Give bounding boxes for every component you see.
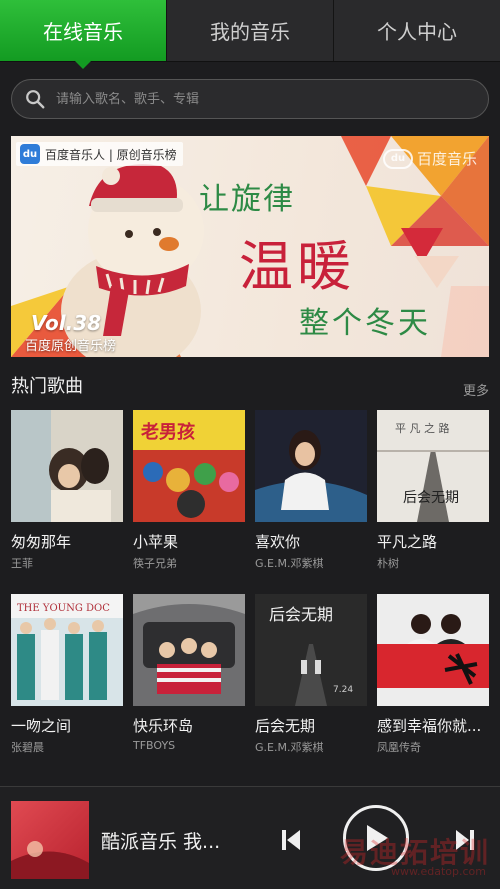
- promo-banner[interactable]: du 百度音乐人 | 原创音乐榜 du 百度音乐 让旋律 温暖 整个冬天 Vol…: [11, 136, 489, 357]
- banner-brand-text: 百度音乐人 | 原创音乐榜: [45, 147, 177, 162]
- hot-songs-title: 热门歌曲: [11, 376, 83, 397]
- banner-headline-3: 整个冬天: [299, 306, 431, 341]
- previous-button[interactable]: [276, 825, 306, 855]
- song-title: 平凡之路: [377, 533, 438, 551]
- search-input[interactable]: [56, 91, 488, 107]
- baidu-music-logo: du 百度音乐: [382, 148, 477, 169]
- song-title: 快乐环岛: [133, 717, 194, 735]
- top-tab-bar: 在线音乐 我的音乐 个人中心: [0, 0, 500, 62]
- song-card[interactable]: 平 凡 之 路 后会无期 平凡之路 朴树: [377, 410, 489, 571]
- song-artist: 凤凰传奇: [377, 741, 421, 754]
- banner-brand: du 百度音乐人 | 原创音乐榜: [16, 142, 183, 166]
- song-artist: 朴树: [377, 557, 399, 570]
- song-artist: TFBOYS: [133, 739, 176, 752]
- album-cover: 后会无期 7.24: [255, 594, 367, 706]
- tab-my-music[interactable]: 我的音乐: [167, 0, 334, 61]
- album-cover: [133, 594, 245, 706]
- mini-player: 酷派音乐 我... 易迪拓培训 www.edatop.com: [0, 786, 500, 889]
- svg-text:后会无期: 后会无期: [269, 605, 333, 624]
- svg-text:THE YOUNG DOC: THE YOUNG DOC: [17, 603, 110, 614]
- song-title: 小苹果: [133, 533, 179, 551]
- song-title: 感到幸福你就...: [377, 717, 482, 735]
- svg-text:7.24: 7.24: [333, 685, 353, 695]
- album-cover: [11, 410, 123, 522]
- search-bar[interactable]: [11, 79, 489, 119]
- more-link[interactable]: 更多: [463, 380, 489, 399]
- previous-icon: [282, 830, 300, 850]
- banner-headline-2: 温暖: [239, 235, 355, 298]
- now-playing-cover[interactable]: [11, 801, 89, 879]
- album-cover: 老男孩: [133, 410, 245, 522]
- baidu-music-logo-text: 百度音乐: [416, 150, 477, 168]
- song-card[interactable]: 感到幸福你就... 凤凰传奇: [377, 594, 489, 755]
- svg-text:后会无期: 后会无期: [403, 490, 459, 506]
- song-card[interactable]: 匆匆那年 王菲: [11, 410, 123, 571]
- song-title: 喜欢你: [255, 533, 301, 551]
- now-playing-title[interactable]: 酷派音乐 我...: [101, 827, 220, 854]
- song-title: 一吻之间: [11, 717, 72, 735]
- song-card[interactable]: 快乐环岛 TFBOYS: [133, 594, 245, 752]
- album-cover: [377, 594, 489, 706]
- song-card[interactable]: 喜欢你 G.E.M.邓紫棋: [255, 410, 367, 571]
- banner-volume: Vol.38: [31, 311, 102, 335]
- song-card[interactable]: THE YOUNG DOC 一吻之间 张碧晨: [11, 594, 123, 755]
- song-artist: 筷子兄弟: [133, 557, 177, 570]
- album-cover: [255, 410, 367, 522]
- song-artist: 王菲: [11, 557, 33, 570]
- svg-text:平 凡 之 路: 平 凡 之 路: [395, 421, 450, 435]
- song-card[interactable]: 后会无期 7.24 后会无期 G.E.M.邓紫棋: [255, 594, 367, 755]
- album-cover: THE YOUNG DOC: [11, 594, 123, 706]
- song-artist: 张碧晨: [11, 741, 44, 754]
- watermark-url: www.edatop.com: [391, 865, 486, 878]
- banner-volume-subtitle: 百度原创音乐榜: [25, 339, 117, 354]
- baidu-music-icon: du: [20, 144, 40, 164]
- song-artist: G.E.M.邓紫棋: [255, 557, 324, 570]
- search-icon: [26, 90, 45, 109]
- tab-personal-center[interactable]: 个人中心: [334, 0, 500, 61]
- song-title: 匆匆那年: [11, 533, 72, 551]
- svg-text:老男孩: 老男孩: [141, 421, 195, 443]
- tab-online-music[interactable]: 在线音乐: [0, 0, 167, 61]
- song-title: 后会无期: [255, 717, 316, 735]
- album-cover: 平 凡 之 路 后会无期: [377, 410, 489, 522]
- du-badge-icon: du: [382, 148, 413, 169]
- song-card[interactable]: 老男孩 小苹果 筷子兄弟: [133, 410, 245, 571]
- banner-headline-1: 让旋律: [199, 182, 295, 217]
- song-artist: G.E.M.邓紫棋: [255, 741, 324, 754]
